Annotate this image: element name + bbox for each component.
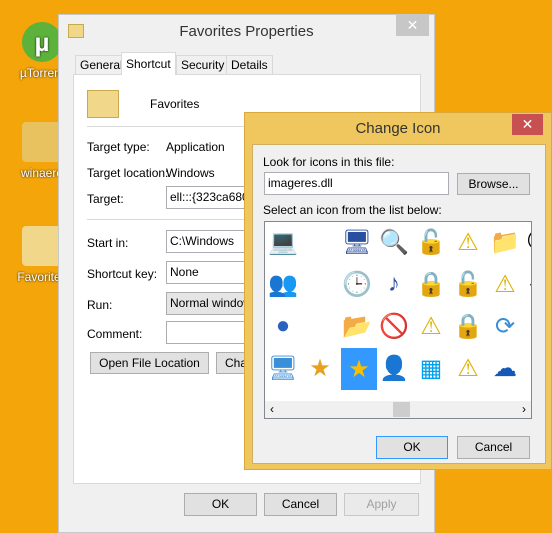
drive-windows-warning-icon[interactable]: ⚠ <box>452 226 484 258</box>
folder-onedrive-icon[interactable]: 📁 <box>489 226 521 258</box>
folder-library-icon[interactable]: 📂 <box>341 310 373 342</box>
drive-unlocked-icon[interactable]: 🔓 <box>452 268 484 300</box>
icon-list[interactable]: 💻🖥🔍🔓⚠📁💬👥🕒♪🔒🔓⚠—●📂🚫⚠🔒⟳▌🖥★★👤▦⚠☁● ‹ › <box>264 221 532 419</box>
drive-warning-icon[interactable]: ⚠ <box>415 310 447 342</box>
file-input[interactable]: imageres.dll <box>264 172 449 195</box>
drive-windows-icon[interactable]: ▦ <box>415 352 447 384</box>
blank-icon[interactable] <box>304 310 336 342</box>
drive-locked-icon[interactable]: 🔒 <box>452 310 484 342</box>
comment-input[interactable] <box>166 321 256 344</box>
look-label: Look for icons in this file: <box>263 155 395 169</box>
blank-icon[interactable] <box>304 268 336 300</box>
drive-warning-icon[interactable]: ⚠ <box>452 352 484 384</box>
open-file-location-button[interactable]: Open File Location <box>90 352 209 374</box>
scroll-left-arrow[interactable]: ‹ <box>270 402 274 416</box>
target-location-value: Windows <box>166 166 215 180</box>
red-block-icon[interactable]: ▌ <box>526 310 531 342</box>
computer-doc-icon[interactable]: 🖥 <box>267 352 299 384</box>
horizontal-scrollbar[interactable]: ‹ › <box>265 401 531 418</box>
computer-clock-icon[interactable]: 🕒 <box>341 268 373 300</box>
tab-security[interactable]: Security <box>176 55 230 75</box>
folder-search-icon[interactable]: 🔍 <box>378 226 410 258</box>
network-icon[interactable]: ● <box>267 310 299 342</box>
dialog-title: Change Icon <box>355 120 441 137</box>
target-type-value: Application <box>166 140 225 154</box>
music-note-icon[interactable]: ♪ <box>378 268 410 300</box>
drive-unlocked-icon[interactable]: 🔓 <box>415 226 447 258</box>
star-icon[interactable]: ★ <box>341 348 377 390</box>
no-entry-icon[interactable]: 🚫 <box>378 310 410 342</box>
change-icon-dialog: Change Icon ✕ Look for icons in this fil… <box>244 112 552 470</box>
start-in-label: Start in: <box>87 236 129 250</box>
tab-shortcut[interactable]: Shortcut <box>121 52 176 75</box>
drive-locked-icon[interactable]: 🔒 <box>415 268 447 300</box>
user-icon[interactable]: 👤 <box>378 352 410 384</box>
utorrent-icon: µ <box>22 22 62 62</box>
shortcut-folder-icon <box>87 90 119 118</box>
scroll-thumb[interactable] <box>393 402 410 417</box>
ok-button[interactable]: OK <box>376 436 448 459</box>
computer-window-icon[interactable]: 🖥 <box>341 226 373 258</box>
apply-button[interactable]: Apply <box>344 493 419 516</box>
start-in-input[interactable]: C:\Windows <box>166 230 256 253</box>
select-label: Select an icon from the list below: <box>263 203 442 217</box>
target-type-label: Target type: <box>87 140 150 154</box>
window-title: Favorites Properties <box>179 23 314 40</box>
dash-icon[interactable]: — <box>526 268 531 300</box>
shortcut-key-label: Shortcut key: <box>87 267 158 281</box>
desktop-icon-label: winaero <box>20 166 64 180</box>
laptop-icon[interactable]: 💻 <box>267 226 299 258</box>
blank-icon[interactable] <box>304 226 336 258</box>
onedrive-cloud-icon[interactable]: ☁ <box>489 352 521 384</box>
tab-details[interactable]: Details <box>226 55 273 75</box>
ok-button[interactable]: OK <box>184 493 257 516</box>
dialog-body: Look for icons in this file: imageres.dl… <box>252 144 546 464</box>
warning-icon[interactable]: ⚠ <box>489 268 521 300</box>
close-button[interactable]: ✕ <box>512 114 543 135</box>
close-button[interactable]: ✕ <box>396 15 429 36</box>
users-icon[interactable]: 👥 <box>267 268 299 300</box>
cancel-button[interactable]: Cancel <box>457 436 530 459</box>
comment-label: Comment: <box>87 327 143 341</box>
shortcut-key-input[interactable]: None <box>166 261 256 284</box>
balloon-icon[interactable]: 💬 <box>526 226 531 258</box>
sync-icon[interactable]: ⟳ <box>489 310 521 342</box>
browse-button[interactable]: Browse... <box>457 173 530 195</box>
tab-general[interactable]: General <box>75 55 128 75</box>
favorites-folder-icon <box>22 226 62 266</box>
run-select[interactable]: Normal window <box>166 292 256 315</box>
shortcut-name: Favorites <box>150 97 200 111</box>
run-label: Run: <box>87 298 113 312</box>
cancel-button[interactable]: Cancel <box>264 493 337 516</box>
target-label: Target: <box>87 192 124 206</box>
user-folder-icon <box>22 122 62 162</box>
black-circle-icon[interactable]: ● <box>526 352 531 384</box>
folder-star-icon[interactable]: ★ <box>304 352 336 384</box>
scroll-right-arrow[interactable]: › <box>522 402 526 416</box>
target-location-label: Target location: <box>87 166 169 180</box>
target-input[interactable]: ell:::{323ca680- <box>166 186 256 209</box>
